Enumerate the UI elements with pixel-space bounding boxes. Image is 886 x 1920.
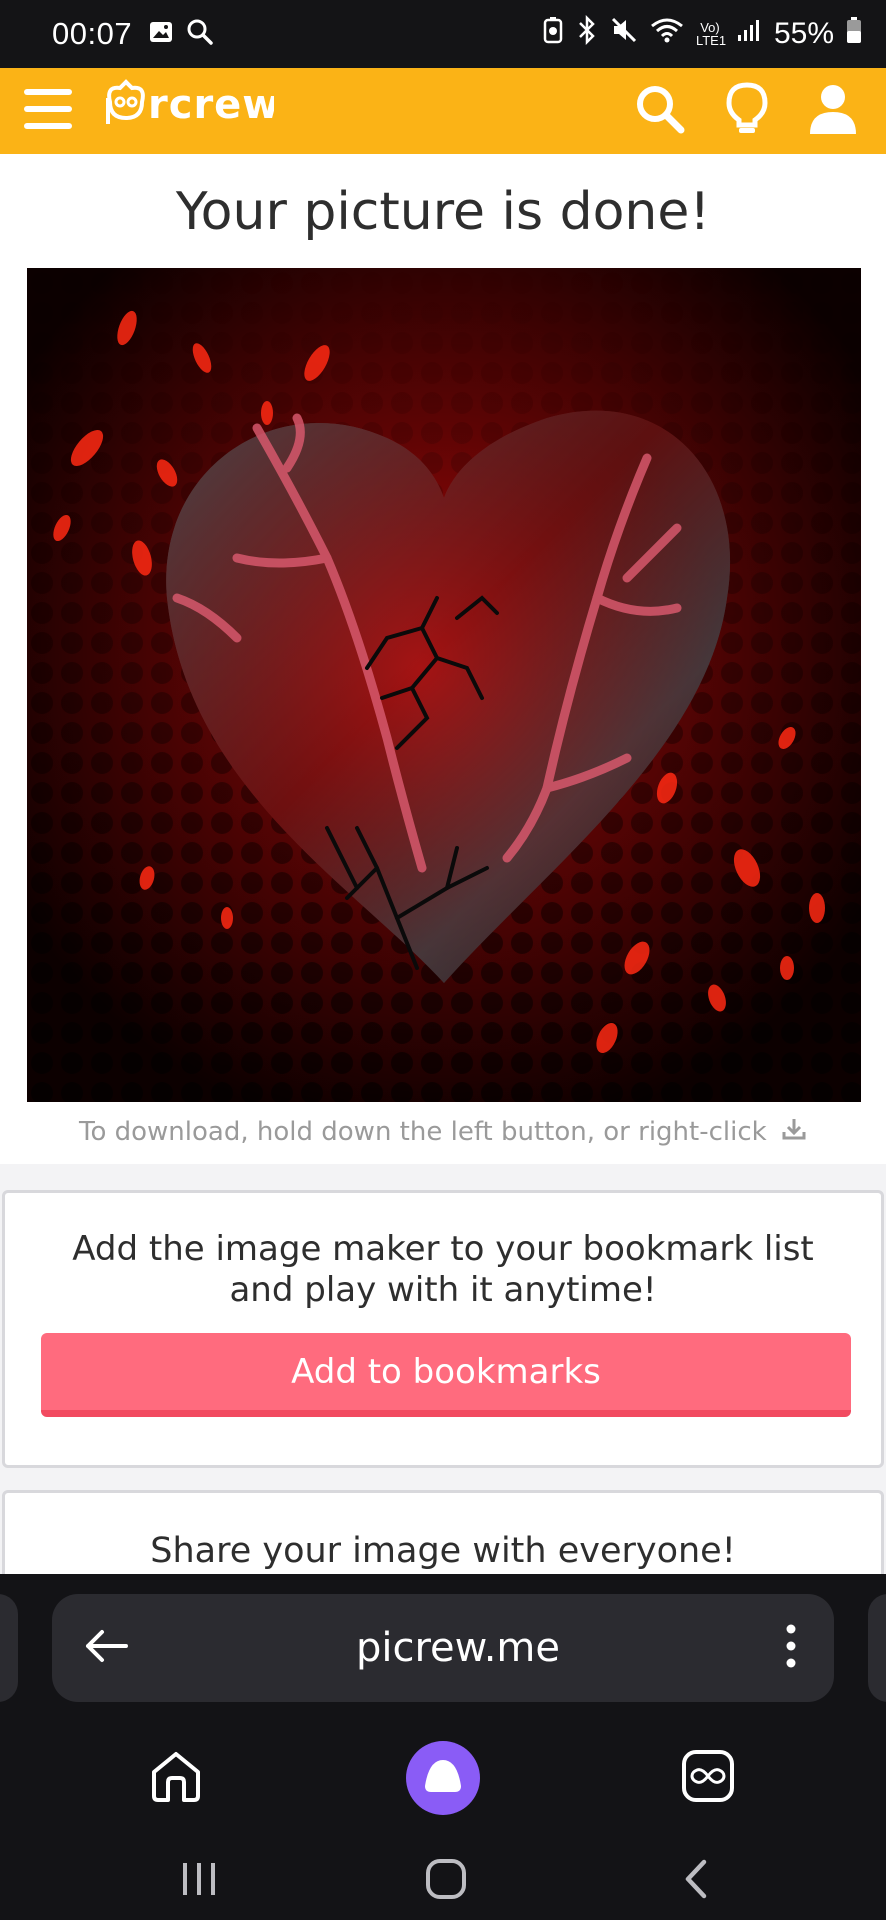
- bookmark-text-2: and play with it anytime!: [229, 1270, 657, 1310]
- bluetooth-icon: [576, 14, 598, 53]
- lightbulb-icon[interactable]: [726, 81, 768, 141]
- recycle-icon: [542, 16, 564, 52]
- mute-icon: [610, 16, 638, 52]
- assistant-icon[interactable]: [405, 1740, 481, 1821]
- wifi-icon: [650, 16, 684, 52]
- recent-apps-icon[interactable]: [180, 1860, 218, 1903]
- back-nav-icon[interactable]: [680, 1858, 710, 1905]
- system-nav-bar: [0, 1844, 886, 1920]
- battery-level: 55%: [773, 17, 834, 50]
- clock: 00:07: [52, 16, 133, 51]
- browser-chrome: picrew.me: [0, 1574, 886, 1920]
- bookmark-card: Add the image maker to your bookmark lis…: [2, 1190, 884, 1468]
- battery-icon: [846, 16, 862, 52]
- picrew-logo[interactable]: rcrew: [104, 78, 279, 145]
- browser-toolbar: [0, 1728, 886, 1828]
- lte-label: Vo) LTE1: [695, 20, 727, 48]
- home-icon[interactable]: [148, 1748, 204, 1809]
- result-image[interactable]: [27, 268, 861, 1102]
- url-text[interactable]: picrew.me: [130, 1625, 786, 1671]
- user-icon[interactable]: [808, 82, 858, 141]
- back-arrow-icon[interactable]: [82, 1628, 130, 1669]
- menu-icon[interactable]: [22, 87, 74, 136]
- prev-tab-preview[interactable]: [0, 1594, 18, 1702]
- home-nav-icon[interactable]: [425, 1858, 467, 1905]
- add-to-bookmarks-button[interactable]: Add to bookmarks: [41, 1333, 851, 1417]
- download-hint: To download, hold down the left button, …: [79, 1117, 767, 1147]
- page-title: Your picture is done!: [175, 182, 711, 242]
- download-icon: [781, 1116, 807, 1149]
- signal-icon: [736, 17, 762, 51]
- share-card: Share your image with everyone!: [2, 1490, 884, 1574]
- share-text: Share your image with everyone!: [150, 1531, 736, 1571]
- search-icon[interactable]: [634, 83, 686, 140]
- status-bar: 00:07 Vo) LTE1 55%: [0, 0, 886, 68]
- next-tab-preview[interactable]: [868, 1594, 886, 1702]
- search-status-icon: [186, 18, 214, 51]
- svg-text:rcrew: rcrew: [148, 82, 274, 128]
- page-content[interactable]: Your picture is done! To download, hold …: [0, 154, 886, 1574]
- gallery-icon: [148, 19, 174, 50]
- more-options-icon[interactable]: [786, 1624, 796, 1673]
- app-header: rcrew: [0, 68, 886, 154]
- bookmark-text-1: Add the image maker to your bookmark lis…: [72, 1229, 814, 1269]
- address-bar[interactable]: picrew.me: [52, 1594, 834, 1702]
- tabs-icon[interactable]: [680, 1748, 736, 1809]
- result-section: Your picture is done! To download, hold …: [0, 154, 886, 1164]
